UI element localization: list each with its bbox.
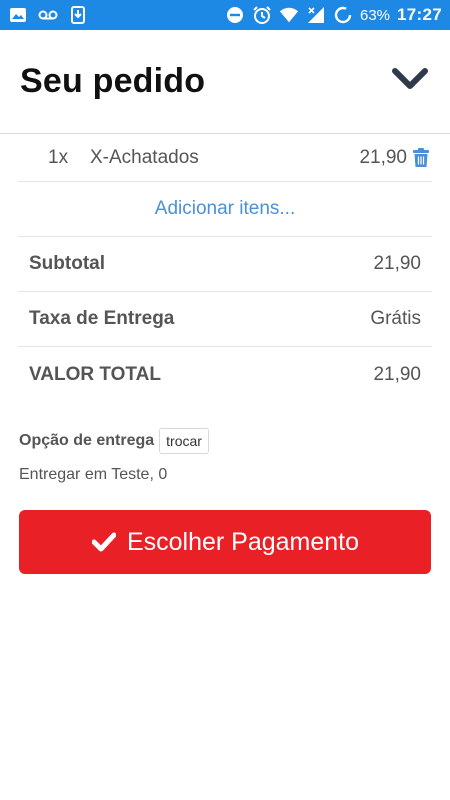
signal-icon	[306, 5, 326, 25]
total-row: VALOR TOTAL 21,90	[18, 347, 432, 402]
delivery-address: Entregar em Teste, 0	[19, 466, 168, 483]
delivery-section: Opção de entrega trocar Entregar em Test…	[19, 428, 433, 484]
subtotal-row: Subtotal 21,90	[18, 237, 432, 292]
check-icon	[91, 529, 117, 555]
page-title: Seu pedido	[20, 62, 206, 100]
battery-percent: 63%	[359, 6, 391, 24]
delivery-fee-value: Grátis	[370, 308, 421, 329]
delivery-option-line: Opção de entrega trocar	[19, 428, 433, 454]
delivery-fee-row: Taxa de Entrega Grátis	[18, 292, 432, 347]
item-name: X-Achatados	[90, 146, 199, 168]
status-right: 63% 17:27	[225, 5, 442, 25]
image-icon	[8, 5, 28, 25]
choose-payment-button[interactable]: Escolher Pagamento	[19, 510, 431, 574]
status-left	[8, 5, 88, 25]
dnd-icon	[225, 5, 245, 25]
wifi-icon	[279, 5, 299, 25]
alarm-icon	[252, 5, 272, 25]
item-quantity: 1x	[48, 146, 69, 168]
item-price: 21,90	[359, 146, 407, 168]
clock-time: 17:27	[397, 5, 442, 24]
order-summary: 1x X-Achatados 21,90 Adicionar itens... …	[18, 134, 432, 402]
change-delivery-button[interactable]: trocar	[159, 428, 209, 454]
trash-icon[interactable]	[410, 147, 432, 169]
choose-payment-label: Escolher Pagamento	[126, 527, 360, 556]
order-header: Seu pedido	[0, 30, 450, 134]
subtotal-value: 21,90	[373, 253, 421, 274]
total-value: 21,90	[373, 363, 421, 385]
delivery-option-label: Opção de entrega	[19, 432, 155, 449]
total-label: VALOR TOTAL	[29, 363, 161, 385]
add-items-row: Adicionar itens...	[18, 182, 432, 237]
download-icon	[68, 5, 88, 25]
voicemail-icon	[38, 5, 58, 25]
status-bar: 63% 17:27	[0, 0, 450, 30]
add-items-link[interactable]: Adicionar itens...	[155, 198, 295, 220]
delivery-fee-label: Taxa de Entrega	[29, 308, 175, 329]
chevron-down-icon	[392, 67, 428, 96]
sync-icon	[333, 5, 353, 25]
subtotal-label: Subtotal	[29, 253, 105, 274]
collapse-button[interactable]	[390, 62, 430, 102]
order-item-row: 1x X-Achatados 21,90	[18, 134, 432, 182]
